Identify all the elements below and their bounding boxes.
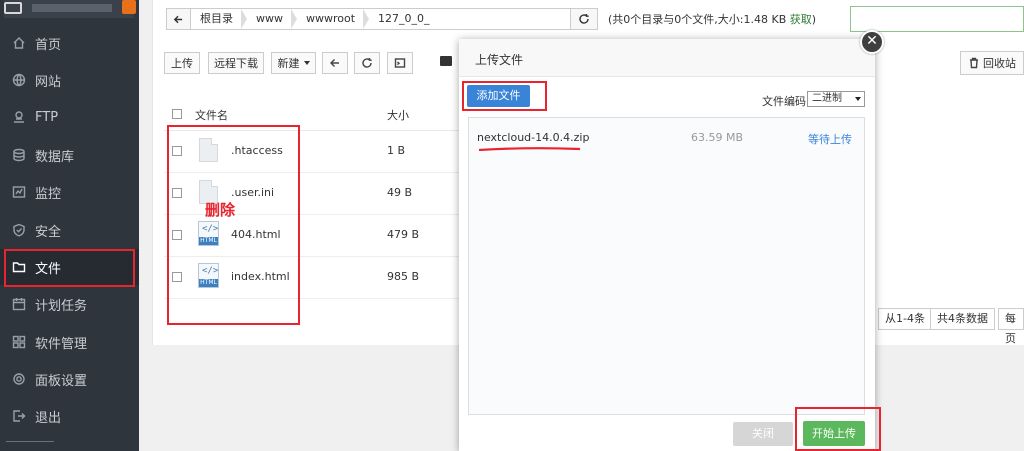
- sidebar-item-label: 面板设置: [35, 373, 88, 389]
- panel-logo-text: [32, 4, 112, 12]
- recycle-bin-label: 回收站: [983, 57, 1016, 70]
- sidebar-divider: [6, 441, 54, 442]
- arrow-left-icon: [173, 15, 183, 23]
- path-input[interactable]: [430, 8, 570, 30]
- new-dropdown-button[interactable]: 新建: [271, 52, 316, 74]
- trash-icon: [970, 57, 978, 69]
- sidebar-item-label: 计划任务: [35, 298, 88, 314]
- sidebar-item-monitor[interactable]: 监控: [0, 174, 139, 210]
- highlight-add-file: [462, 81, 547, 111]
- highlight-start-upload: [795, 407, 881, 451]
- sidebar-item-cron[interactable]: 计划任务: [0, 286, 139, 322]
- close-icon: ✕: [866, 33, 878, 49]
- upload-file-list: [468, 117, 865, 415]
- back-toolbar-button[interactable]: [322, 52, 348, 74]
- globe-icon: [12, 73, 26, 87]
- monitor-logo-icon: [4, 2, 22, 14]
- sidebar-item-label: 软件管理: [35, 336, 88, 352]
- sidebar-item-label: FTP: [35, 109, 59, 125]
- delete-annotation: 删除: [205, 201, 236, 219]
- sidebar-item-website[interactable]: 网站: [0, 62, 139, 98]
- gear-icon: [12, 372, 26, 386]
- ftp-icon: [12, 110, 26, 124]
- upload-button-label: 上传: [171, 57, 193, 70]
- file-size: 479 B: [387, 228, 420, 241]
- encoding-value: 二进制: [812, 93, 842, 104]
- upload-button[interactable]: 上传: [164, 52, 200, 74]
- close-dialog-button[interactable]: ✕: [860, 30, 884, 54]
- terminal-icon: [394, 58, 406, 68]
- sidebar: 首页 网站 FTP 数据库 监控 安全 文件 计划任务 软件管理 面板设置 退出: [0, 0, 139, 451]
- home-icon: [12, 36, 26, 50]
- sidebar-item-software[interactable]: 软件管理: [0, 324, 139, 360]
- recycle-bin-button[interactable]: 回收站: [960, 51, 1024, 75]
- breadcrumb-item-root[interactable]: 根目录: [191, 9, 247, 29]
- sidebar-item-label: 退出: [35, 410, 62, 426]
- highlight-files-menu: [4, 249, 135, 287]
- back-button[interactable]: [166, 8, 191, 30]
- pagination-range: 从1-4条: [878, 308, 932, 330]
- pagination-per-page[interactable]: 每页: [998, 308, 1024, 345]
- directory-info-text: (共0个目录与0个文件,大小:1.48 KB: [608, 13, 787, 26]
- breadcrumb-item-wwwroot[interactable]: wwwroot: [297, 9, 370, 29]
- monitor-icon: [12, 185, 26, 199]
- sidebar-item-label: 首页: [35, 37, 62, 53]
- dialog-title: 上传文件: [475, 53, 524, 67]
- sidebar-item-label: 数据库: [35, 149, 75, 165]
- refresh-icon: [579, 14, 589, 24]
- pagination-total: 共4条数据: [930, 308, 995, 330]
- dialog-header: 上传文件: [459, 39, 875, 77]
- remote-download-label: 远程下载: [214, 57, 258, 70]
- calendar-icon: [12, 297, 26, 311]
- encoding-label: 文件编码:: [762, 95, 810, 108]
- new-button-label: 新建: [277, 57, 300, 70]
- encoding-select[interactable]: 二进制: [807, 91, 865, 107]
- refresh-icon: [362, 58, 372, 68]
- grid-icon: [12, 335, 26, 349]
- refresh-button[interactable]: [570, 8, 598, 30]
- file-size: 49 B: [387, 186, 413, 199]
- breadcrumb: 根目录 www wwwroot 127_0_0_1: [191, 8, 452, 30]
- column-header-name[interactable]: 文件名: [195, 107, 228, 123]
- upload-file-name: nextcloud-14.0.4.zip: [477, 131, 590, 144]
- sidebar-item-home[interactable]: 首页: [0, 25, 139, 61]
- breadcrumb-item-www[interactable]: www: [247, 9, 297, 29]
- upload-file-size: 63.59 MB: [691, 131, 744, 144]
- sidebar-item-ftp[interactable]: FTP: [0, 99, 139, 135]
- remote-download-button[interactable]: 远程下载: [208, 52, 264, 74]
- annotation-underline: [478, 147, 581, 151]
- notification-badge[interactable]: [122, 0, 136, 14]
- directory-info: (共0个目录与0个文件,大小:1.48 KB 获取): [608, 11, 816, 27]
- search-input[interactable]: [850, 6, 1024, 32]
- sidebar-item-label: 监控: [35, 186, 62, 202]
- panel-logo: [4, 0, 136, 18]
- file-size: 985 B: [387, 270, 420, 283]
- chevron-down-icon: [303, 61, 310, 65]
- shield-icon: [12, 223, 26, 237]
- sidebar-item-security[interactable]: 安全: [0, 212, 139, 248]
- disk-icon[interactable]: [440, 56, 452, 66]
- fetch-size-link[interactable]: 获取: [790, 13, 812, 26]
- terminal-button[interactable]: [387, 52, 413, 74]
- select-all-checkbox[interactable]: [172, 109, 182, 119]
- sidebar-item-label: 网站: [35, 74, 62, 90]
- arrow-left-icon: [330, 59, 339, 67]
- refresh-toolbar-button[interactable]: [354, 52, 380, 74]
- highlight-files-to-delete: [167, 125, 300, 325]
- column-header-size[interactable]: 大小: [387, 107, 409, 123]
- logout-icon: [12, 409, 26, 423]
- sidebar-item-logout[interactable]: 退出: [0, 398, 139, 434]
- upload-status: 等待上传: [808, 133, 852, 146]
- sidebar-item-settings[interactable]: 面板设置: [0, 361, 139, 397]
- sidebar-item-label: 安全: [35, 224, 62, 240]
- close-button[interactable]: 关闭: [733, 422, 793, 446]
- database-icon: [12, 148, 26, 162]
- sidebar-item-database[interactable]: 数据库: [0, 137, 139, 173]
- file-size: 1 B: [387, 144, 406, 157]
- directory-info-close: ): [811, 13, 817, 26]
